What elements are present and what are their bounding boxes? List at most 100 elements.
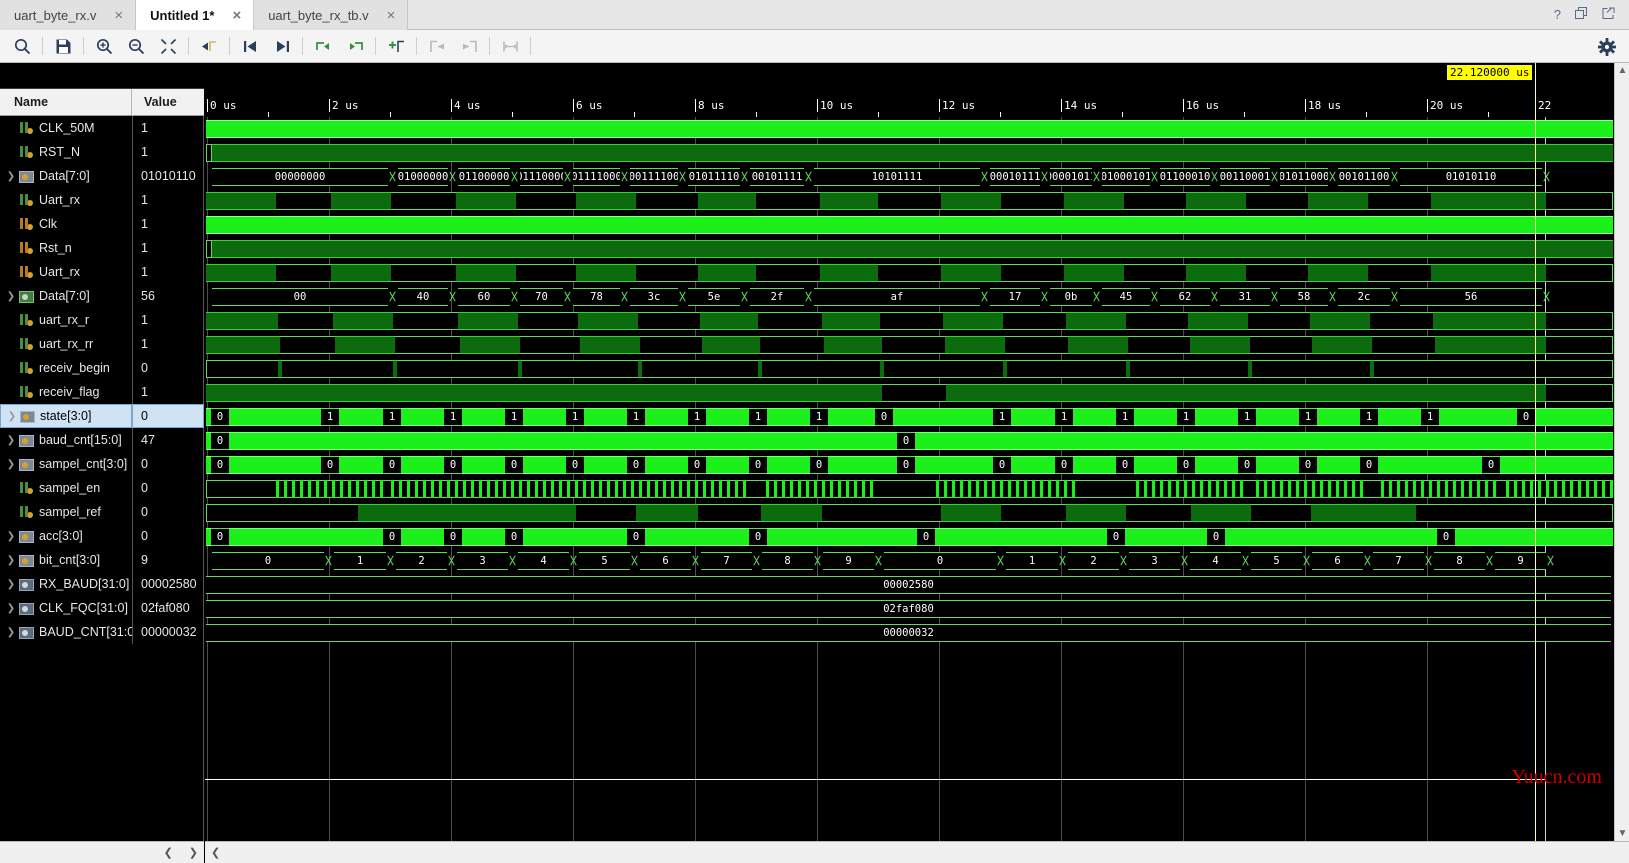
chevron-right-icon[interactable]: ❯ (4, 435, 18, 446)
chevron-right-icon[interactable]: ❯ (4, 579, 18, 590)
time-ruler[interactable]: 0 us 2 us 4 us 6 us 8 us 10 us 12 us 14 us 16 us… (205, 99, 1614, 117)
signal-value-cell[interactable]: 1 (132, 140, 204, 164)
measure-icon[interactable] (496, 33, 524, 59)
close-icon[interactable]: × (112, 8, 125, 23)
signal-row[interactable]: Uart_rx 1 (0, 260, 204, 284)
close-icon[interactable]: × (385, 8, 398, 23)
signal-value-cell[interactable]: 0 (132, 404, 204, 428)
signal-value-cell[interactable]: 0 (132, 356, 204, 380)
wave-horizontal-scrollbar[interactable]: ❮ (205, 841, 1629, 863)
signal-name-cell[interactable]: ❯ BAUD_CNT[31:0 (0, 620, 132, 644)
signal-list[interactable]: CLK_50M 1 RST_N 1 ❯ Data[7:0] 01010110 Uart_r… (0, 116, 204, 816)
scroll-down-icon[interactable]: ▼ (1615, 826, 1629, 841)
signal-value-cell[interactable]: 1 (132, 332, 204, 356)
signal-name-cell[interactable]: ❯ sampel_cnt[3:0] (0, 452, 132, 476)
signal-row[interactable]: ❯ state[3:0] 0 (0, 404, 204, 428)
save-icon[interactable] (49, 33, 77, 59)
signal-row[interactable]: ❯ CLK_FQC[31:0] 02faf080 (0, 596, 204, 620)
signal-value-cell[interactable]: 0 (132, 500, 204, 524)
chevron-right-icon[interactable]: ❯ (4, 459, 18, 470)
signal-value-cell[interactable]: 0 (132, 524, 204, 548)
scroll-left-icon[interactable]: ❮ (164, 846, 173, 859)
signal-row[interactable]: sampel_en 0 (0, 476, 204, 500)
signal-row[interactable]: Uart_rx 1 (0, 188, 204, 212)
cursor-line[interactable] (1535, 63, 1536, 841)
zoom-fit-icon[interactable] (154, 33, 182, 59)
signal-row[interactable]: receiv_flag 1 (0, 380, 204, 404)
signal-name-cell[interactable]: ❯ bit_cnt[3:0] (0, 548, 132, 572)
scroll-right-icon[interactable]: ❯ (189, 846, 198, 859)
signal-row[interactable]: ❯ Data[7:0] 01010110 (0, 164, 204, 188)
signal-name-cell[interactable]: ❯ state[3:0] (0, 404, 132, 428)
signal-value-cell[interactable]: 0 (132, 452, 204, 476)
signal-row[interactable]: ❯ BAUD_CNT[31:0 00000032 (0, 620, 204, 644)
signal-name-cell[interactable]: sampel_ref (0, 500, 132, 524)
signal-panel-hscrollbar[interactable]: ❮ ❯ (0, 841, 204, 863)
signal-name-cell[interactable]: ❯ Data[7:0] (0, 164, 132, 188)
marker-right-icon[interactable] (455, 33, 483, 59)
next-transition-icon[interactable] (268, 33, 296, 59)
signal-name-cell[interactable]: uart_rx_r (0, 308, 132, 332)
chevron-right-icon[interactable]: ❯ (4, 555, 18, 566)
chevron-right-icon[interactable]: ❯ (4, 291, 18, 302)
help-icon[interactable]: ? (1554, 8, 1561, 21)
restore-icon[interactable] (1575, 7, 1588, 22)
marker-left-icon[interactable] (423, 33, 451, 59)
signal-row[interactable]: ❯ Data[7:0] 56 (0, 284, 204, 308)
signal-row[interactable]: receiv_begin 0 (0, 356, 204, 380)
signal-value-cell[interactable]: 01010110 (132, 164, 204, 188)
signal-name-cell[interactable]: sampel_en (0, 476, 132, 500)
column-header-value[interactable]: Value (132, 89, 204, 115)
add-marker-icon[interactable] (382, 33, 410, 59)
signal-value-cell[interactable]: 9 (132, 548, 204, 572)
chevron-right-icon[interactable]: ❯ (4, 531, 18, 542)
wave-canvas[interactable]: 0 us 2 us 4 us 6 us 8 us 10 us 12 us 14 us 16 us… (205, 63, 1614, 841)
chevron-right-icon[interactable]: ❯ (5, 411, 19, 422)
signal-value-cell[interactable]: 02faf080 (132, 596, 204, 620)
signal-value-cell[interactable]: 56 (132, 284, 204, 308)
wave-panel[interactable]: 0 us 2 us 4 us 6 us 8 us 10 us 12 us 14 us 16 us… (205, 63, 1629, 863)
signal-name-cell[interactable]: RST_N (0, 140, 132, 164)
signal-row[interactable]: Clk 1 (0, 212, 204, 236)
signal-row[interactable]: uart_rx_rr 1 (0, 332, 204, 356)
column-header-name[interactable]: Name (0, 89, 132, 115)
signal-value-cell[interactable]: 1 (132, 308, 204, 332)
signal-name-cell[interactable]: receiv_flag (0, 380, 132, 404)
signal-name-cell[interactable]: uart_rx_rr (0, 332, 132, 356)
signal-name-cell[interactable]: Rst_n (0, 236, 132, 260)
chevron-right-icon[interactable]: ❯ (4, 603, 18, 614)
signal-name-cell[interactable]: Uart_rx (0, 260, 132, 284)
signal-name-cell[interactable]: Uart_rx (0, 188, 132, 212)
signal-value-cell[interactable]: 1 (132, 236, 204, 260)
close-icon[interactable]: × (230, 8, 243, 23)
tab-uart-byte-rx-tb-v[interactable]: uart_byte_rx_tb.v × (254, 0, 409, 30)
signal-row[interactable]: uart_rx_r 1 (0, 308, 204, 332)
signal-name-cell[interactable]: receiv_begin (0, 356, 132, 380)
tab-untitled-1[interactable]: Untitled 1* × (136, 0, 255, 30)
zoom-out-icon[interactable] (122, 33, 150, 59)
signal-row[interactable]: sampel_ref 0 (0, 500, 204, 524)
scroll-left-icon[interactable]: ❮ (211, 846, 220, 859)
previous-transition-icon[interactable] (236, 33, 264, 59)
signal-name-cell[interactable]: ❯ baud_cnt[15:0] (0, 428, 132, 452)
signal-row[interactable]: ❯ baud_cnt[15:0] 47 (0, 428, 204, 452)
signal-value-cell[interactable]: 1 (132, 212, 204, 236)
signal-value-cell[interactable]: 1 (132, 380, 204, 404)
signal-value-cell[interactable]: 1 (132, 188, 204, 212)
prev-marker-icon[interactable] (309, 33, 337, 59)
signal-value-cell[interactable]: 00002580 (132, 572, 204, 596)
signal-name-cell[interactable]: ❯ Data[7:0] (0, 284, 132, 308)
float-icon[interactable] (1602, 7, 1615, 22)
signal-value-cell[interactable]: 47 (132, 428, 204, 452)
chevron-right-icon[interactable]: ❯ (4, 171, 18, 182)
signal-row[interactable]: CLK_50M 1 (0, 116, 204, 140)
search-icon[interactable] (8, 33, 36, 59)
chevron-right-icon[interactable]: ❯ (4, 627, 18, 638)
signal-name-cell[interactable]: Clk (0, 212, 132, 236)
signal-value-cell[interactable]: 0 (132, 476, 204, 500)
signal-value-cell[interactable]: 00000032 (132, 620, 204, 644)
signal-name-cell[interactable]: ❯ acc[3:0] (0, 524, 132, 548)
next-marker-icon[interactable] (341, 33, 369, 59)
signal-row[interactable]: Rst_n 1 (0, 236, 204, 260)
goto-cursor-icon[interactable] (195, 33, 223, 59)
